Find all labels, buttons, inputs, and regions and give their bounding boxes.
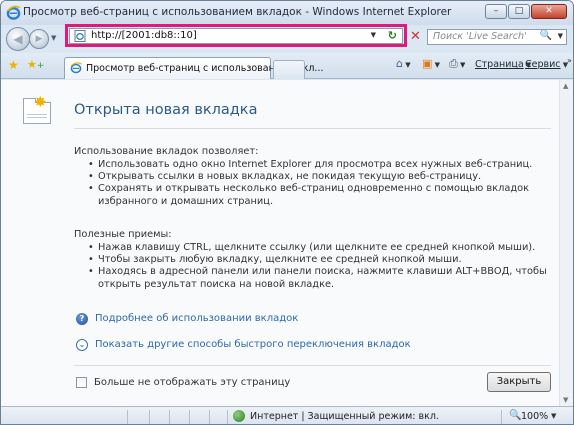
stop-icon[interactable]: ✕ xyxy=(410,29,421,44)
list-item: Находясь в адресной панели или панели по… xyxy=(88,266,550,290)
tools-menu-label: Сервис xyxy=(525,59,561,70)
back-button[interactable]: ◀ xyxy=(6,27,30,51)
vertical-scrollbar[interactable]: ▲ ▼ xyxy=(559,80,573,406)
page-menu[interactable]: Страница ▼ xyxy=(475,59,531,70)
minimize-button[interactable]: – xyxy=(485,4,507,19)
back-arrow-icon: ◀ xyxy=(13,32,23,46)
add-to-favorites-icon[interactable]: ★+ xyxy=(27,58,44,71)
address-bar[interactable]: http://[2001:db8::10] ▼ ↻ xyxy=(69,28,403,44)
feeds-icon[interactable]: ▣ ▼ xyxy=(422,57,440,70)
internet-zone-icon xyxy=(233,410,245,422)
zoom-level[interactable]: 100% xyxy=(521,411,548,422)
status-divider xyxy=(149,410,150,424)
list-item: Сохранять и открывать несколько веб-стра… xyxy=(88,183,550,207)
browser-window: Просмотр веб-страниц с использованием вк… xyxy=(0,0,574,425)
address-dropdown-icon[interactable]: ▼ xyxy=(371,31,376,39)
title-bar[interactable]: Просмотр веб-страниц с использованием вк… xyxy=(1,1,573,25)
close-window-button[interactable]: ✕ xyxy=(531,4,567,19)
expand-chevron-icon[interactable]: ⌄ xyxy=(76,339,88,351)
more-commands-icon[interactable]: » xyxy=(567,56,572,65)
tools-menu[interactable]: Сервис ▼ xyxy=(525,59,568,70)
tab-active[interactable]: Просмотр веб-страниц с использованием вк… xyxy=(64,57,324,79)
list-item: Нажав клавишу CTRL, щелкните ссылку (или… xyxy=(88,242,550,254)
scroll-down-icon[interactable]: ▼ xyxy=(563,396,568,404)
search-options-dropdown-icon[interactable]: ▼ xyxy=(558,32,563,40)
status-divider xyxy=(127,410,128,424)
new-tab-button[interactable] xyxy=(273,60,305,79)
status-divider xyxy=(189,410,190,424)
navigation-bar: ◀ ▶ ▼ http://[2001:db8::10] ▼ ↻ ✕ Поиск … xyxy=(1,24,573,53)
tips-list: Нажав клавишу CTRL, щелкните ссылку (или… xyxy=(88,242,550,291)
search-field[interactable]: Поиск 'Live Search' 🔍 ▼ xyxy=(427,29,567,45)
zoom-dropdown-icon[interactable]: ▼ xyxy=(551,412,556,420)
section-title-tips: Полезные приемы: xyxy=(74,229,172,240)
close-page-button[interactable]: Закрыть xyxy=(487,372,551,392)
status-divider xyxy=(169,410,170,424)
new-tab-page: ✸ Открыта новая вкладка Использование вк… xyxy=(1,80,559,406)
dont-show-label: Больше не отображать эту страницу xyxy=(94,377,291,388)
list-item: Открывать ссылки в новых вкладках, не по… xyxy=(88,171,550,183)
address-input[interactable]: http://[2001:db8::10] xyxy=(91,30,197,41)
maximize-button[interactable]: □ xyxy=(508,4,530,19)
content-area: ✸ Открыта новая вкладка Использование вк… xyxy=(1,80,573,406)
learn-more-tabs-link[interactable]: Подробнее об использовании вкладок xyxy=(95,313,298,324)
caption-buttons: – □ ✕ xyxy=(485,4,567,19)
help-icon: ? xyxy=(76,313,88,325)
recent-pages-dropdown-icon[interactable]: ▼ xyxy=(51,34,56,42)
status-bar: Интернет | Защищенный режим: вкл. 🔍 100%… xyxy=(1,406,573,424)
search-input[interactable]: Поиск 'Live Search' xyxy=(433,31,527,42)
forward-button[interactable]: ▶ xyxy=(29,29,49,49)
uses-list: Использовать одно окно Internet Explorer… xyxy=(88,159,550,208)
status-divider xyxy=(227,410,228,424)
tab-row: ★ ★+ Просмотр веб-страниц с использовани… xyxy=(1,53,573,79)
page-icon xyxy=(74,30,86,42)
scroll-up-icon[interactable]: ▲ xyxy=(563,82,568,90)
bottom-divider xyxy=(74,365,551,366)
refresh-icon[interactable]: ↻ xyxy=(388,29,397,42)
heading-divider xyxy=(74,128,551,129)
new-tab-icon: ✸ xyxy=(23,93,51,124)
list-item: Использовать одно окно Internet Explorer… xyxy=(88,159,550,171)
section-title-uses: Использование вкладок позволяет: xyxy=(74,146,259,157)
zoom-icon[interactable]: 🔍 xyxy=(509,410,521,421)
home-icon[interactable]: ⌂ ▼ xyxy=(396,57,411,70)
security-zone-text[interactable]: Интернет | Защищенный режим: вкл. xyxy=(250,411,439,422)
dont-show-checkbox[interactable] xyxy=(76,377,87,388)
favorites-center-icon[interactable]: ★ xyxy=(8,58,19,72)
search-icon[interactable]: 🔍 xyxy=(540,30,552,41)
forward-arrow-icon: ▶ xyxy=(35,34,43,44)
status-divider xyxy=(501,410,502,424)
status-divider xyxy=(209,410,210,424)
tab-page-icon xyxy=(70,62,82,74)
window-title: Просмотр веб-страниц с использованием вк… xyxy=(23,6,452,18)
show-switching-methods-link[interactable]: Показать другие способы быстрого переклю… xyxy=(95,339,411,350)
ie-logo-icon xyxy=(6,5,21,20)
page-title: Открыта новая вкладка xyxy=(74,102,258,118)
page-menu-label: Страница xyxy=(475,59,524,70)
print-icon[interactable]: ⎙ ▼ xyxy=(449,57,465,71)
list-item: Чтобы закрыть любую вкладку, щелкните ее… xyxy=(88,254,550,266)
